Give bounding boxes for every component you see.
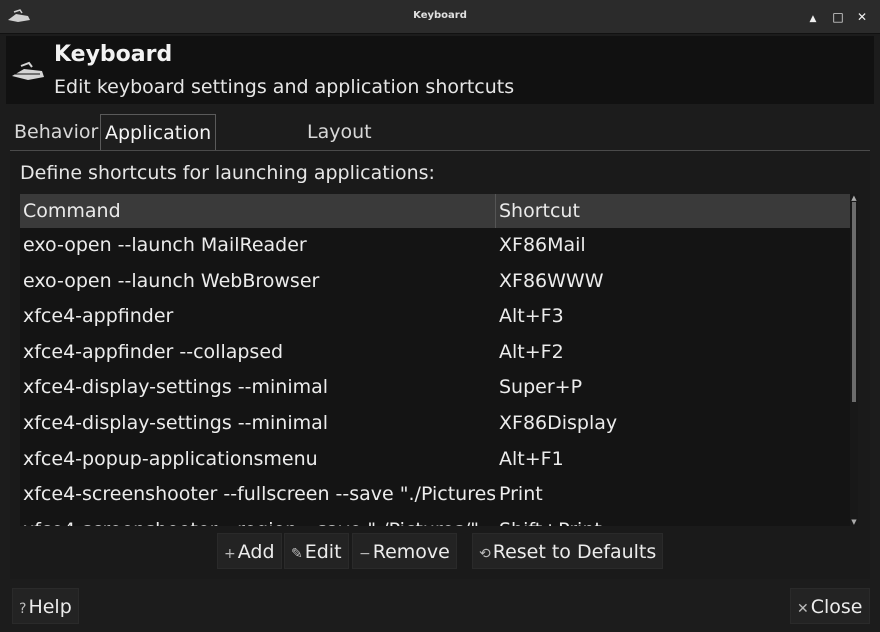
shortcuts-description: Define shortcuts for launching applicati… [20, 162, 435, 184]
dialog-subtitle: Edit keyboard settings and application s… [54, 76, 515, 98]
command-cell: xfce4-screenshooter --region --save "./P… [23, 513, 495, 526]
help-icon: ? [19, 601, 27, 617]
reset-icon: ⟲ [479, 546, 491, 562]
dialog-title: Keyboard [54, 42, 173, 67]
scrollbar-thumb[interactable] [852, 202, 856, 402]
tab-behavior-label: Behavior [14, 121, 99, 143]
shortcut-cell: XF86Display [499, 411, 618, 434]
maximize-button[interactable]: □ [829, 8, 847, 26]
minimize-icon: ▲ [809, 14, 817, 24]
table-row[interactable]: exo-open --launch MailReader XF86Mail [20, 228, 850, 264]
table-row[interactable]: xfce4-appfinder Alt+F3 [20, 299, 850, 335]
tab-behavior[interactable]: Behavior [10, 114, 102, 150]
remove-button[interactable]: − Remove [352, 533, 457, 569]
table-header: Command Shortcut [20, 194, 850, 228]
keyboard-icon [12, 61, 44, 80]
close-button[interactable]: ✕ Close [790, 588, 870, 624]
shortcut-cell: Print [499, 483, 543, 506]
table-scrollbar[interactable]: ▲ ▼ [850, 194, 858, 526]
minimize-button[interactable]: ▲ [804, 8, 822, 26]
close-window-button[interactable]: ✕ [853, 8, 871, 26]
command-cell: exo-open --launch MailReader [23, 234, 307, 256]
scroll-up-icon[interactable]: ▲ [850, 194, 858, 202]
dialog-header: Keyboard Edit keyboard settings and appl… [6, 36, 874, 104]
tab-layout-label: Layout [307, 121, 372, 143]
edit-button[interactable]: ✎ Edit [284, 533, 349, 569]
remove-button-label: Remove [372, 541, 450, 563]
shortcut-cell: Alt+F2 [499, 340, 564, 363]
command-cell: exo-open --launch WebBrowser [23, 269, 320, 292]
command-cell: xfce4-appfinder --collapsed [23, 340, 284, 363]
help-button[interactable]: ? Help [12, 588, 79, 624]
shortcut-cell: Shift+Print [499, 513, 602, 526]
plus-icon: + [224, 546, 236, 562]
table-row[interactable]: xfce4-popup-applicationsmenu Alt+F1 [20, 442, 850, 478]
table-row[interactable]: xfce4-display-settings --minimal Super+P [20, 370, 850, 406]
command-cell: xfce4-display-settings --minimal [23, 411, 329, 434]
edit-icon: ✎ [291, 546, 303, 562]
add-button-label: Add [237, 541, 275, 563]
command-cell: xfce4-display-settings --minimal [23, 376, 329, 399]
reset-button-label: Reset to Defaults [492, 541, 657, 563]
table-row[interactable]: xfce4-display-settings --minimal XF86Dis… [20, 406, 850, 442]
column-header-shortcut[interactable]: Shortcut [495, 194, 850, 228]
table-row[interactable]: xfce4-appfinder --collapsed Alt+F2 [20, 335, 850, 371]
table-row[interactable]: xfce4-screenshooter --region --save "./P… [20, 513, 850, 526]
command-cell: xfce4-popup-applicationsmenu [23, 447, 318, 470]
close-button-label: Close [810, 596, 863, 618]
reset-to-defaults-button[interactable]: ⟲ Reset to Defaults [472, 533, 664, 569]
help-button-label: Help [28, 596, 72, 618]
edit-button-label: Edit [304, 541, 342, 563]
command-cell: xfce4-appfinder [23, 305, 174, 328]
command-cell: xfce4-screenshooter --fullscreen --save … [23, 483, 495, 506]
maximize-icon: □ [832, 10, 844, 24]
close-icon: ✕ [797, 601, 809, 617]
window-title: Keyboard [413, 10, 467, 21]
tab-application-shortcuts[interactable]: Application Shortcuts [100, 114, 217, 180]
shortcut-cell: XF86WWW [499, 269, 604, 292]
table-body: exo-open --launch MailReader XF86Mail ex… [20, 228, 850, 526]
close-icon: ✕ [856, 10, 868, 24]
column-header-command[interactable]: Command [20, 194, 495, 228]
minus-icon: − [359, 546, 371, 562]
shortcut-cell: Alt+F1 [499, 447, 564, 470]
title-bar[interactable]: Keyboard ▲ □ ✕ [0, 0, 880, 34]
scroll-down-icon[interactable]: ▼ [850, 518, 858, 526]
shortcut-cell: XF86Mail [499, 234, 586, 256]
shortcut-cell: Super+P [499, 376, 583, 399]
shortcut-cell: Alt+F3 [499, 305, 564, 328]
table-row[interactable]: xfce4-screenshooter --fullscreen --save … [20, 477, 850, 513]
table-row[interactable]: exo-open --launch WebBrowser XF86WWW [20, 264, 850, 300]
add-button[interactable]: + Add [217, 533, 282, 569]
tab-layout[interactable]: Layout [303, 114, 376, 150]
shortcuts-table[interactable]: Command Shortcut exo-open --launch MailR… [20, 194, 850, 526]
